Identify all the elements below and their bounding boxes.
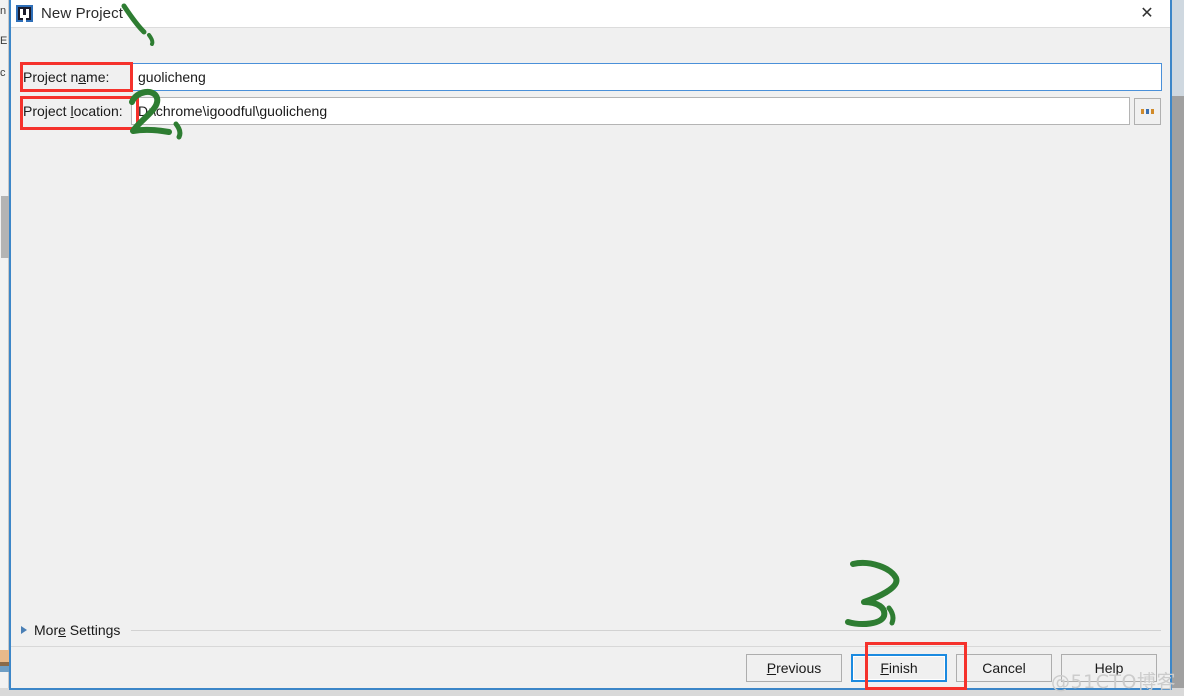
- background-right-panel-top: [1170, 0, 1184, 96]
- project-name-label: Project name:: [23, 69, 110, 85]
- cancel-button[interactable]: Cancel: [956, 653, 1052, 682]
- ellipsis-icon: [1141, 108, 1154, 114]
- close-icon[interactable]: ✕: [1124, 0, 1170, 27]
- browse-button[interactable]: [1134, 97, 1161, 125]
- project-name-input[interactable]: guolicheng: [131, 63, 1162, 91]
- more-settings-label: More Settings: [34, 622, 121, 638]
- finish-button[interactable]: Finish: [851, 653, 947, 682]
- dialog-button-bar: Previous Finish Cancel Help: [11, 646, 1170, 688]
- previous-button[interactable]: Previous: [746, 653, 842, 682]
- more-settings-section[interactable]: More Settings: [21, 620, 1161, 640]
- dialog-titlebar: New Project ✕: [11, 0, 1170, 28]
- watermark: @51CTO博客: [1050, 671, 1176, 693]
- project-location-input[interactable]: D:\chrome\igoodful\guolicheng: [131, 97, 1130, 125]
- background-glyph: c: [0, 68, 6, 79]
- background-glyph: n: [0, 6, 7, 17]
- background-scrollbar-thumb[interactable]: [1, 196, 9, 258]
- chevron-right-icon[interactable]: [21, 626, 27, 634]
- new-project-dialog: New Project ✕ Project name: guolicheng P…: [9, 0, 1172, 690]
- project-name-row: Project name: guolicheng: [11, 62, 1170, 92]
- project-location-label: Project location:: [23, 103, 123, 119]
- background-right-panel: [1170, 0, 1184, 696]
- background-glyph: E: [0, 36, 8, 47]
- project-location-row: Project location: D:\chrome\igoodful\guo…: [11, 96, 1170, 126]
- intellij-idea-icon: [16, 5, 33, 22]
- more-settings-separator: [131, 629, 1161, 631]
- dialog-title: New Project: [41, 5, 123, 22]
